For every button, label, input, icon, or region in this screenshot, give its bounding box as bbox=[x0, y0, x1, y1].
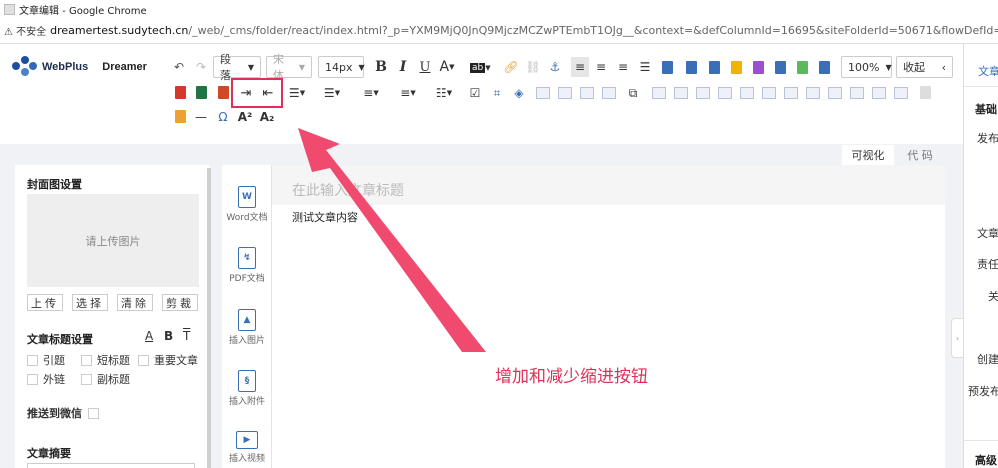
right-related-label: 关 bbox=[988, 290, 998, 303]
right-article-label: 文章 bbox=[977, 227, 998, 240]
right-settings-panel: 文章 基础 发布 文章 责任 关 创建 预发布 高级 bbox=[963, 44, 998, 468]
annotation-text: 增加和减少缩进按钮 bbox=[495, 367, 648, 387]
right-advanced-heading: 高级 bbox=[975, 454, 997, 467]
right-responsible-label: 责任 bbox=[977, 258, 998, 271]
chevron-right-icon: › bbox=[955, 333, 960, 343]
right-prepublish-label: 预发布 bbox=[968, 385, 998, 398]
right-tab-article[interactable]: 文章 bbox=[978, 63, 998, 79]
right-panel-toggle[interactable]: › bbox=[951, 318, 963, 358]
right-create-label: 创建 bbox=[977, 353, 998, 366]
divider bbox=[964, 440, 998, 441]
divider bbox=[964, 86, 998, 87]
right-basic-heading: 基础 bbox=[975, 103, 997, 116]
annotation-arrow bbox=[298, 128, 486, 352]
right-publish-label: 发布 bbox=[977, 132, 998, 145]
